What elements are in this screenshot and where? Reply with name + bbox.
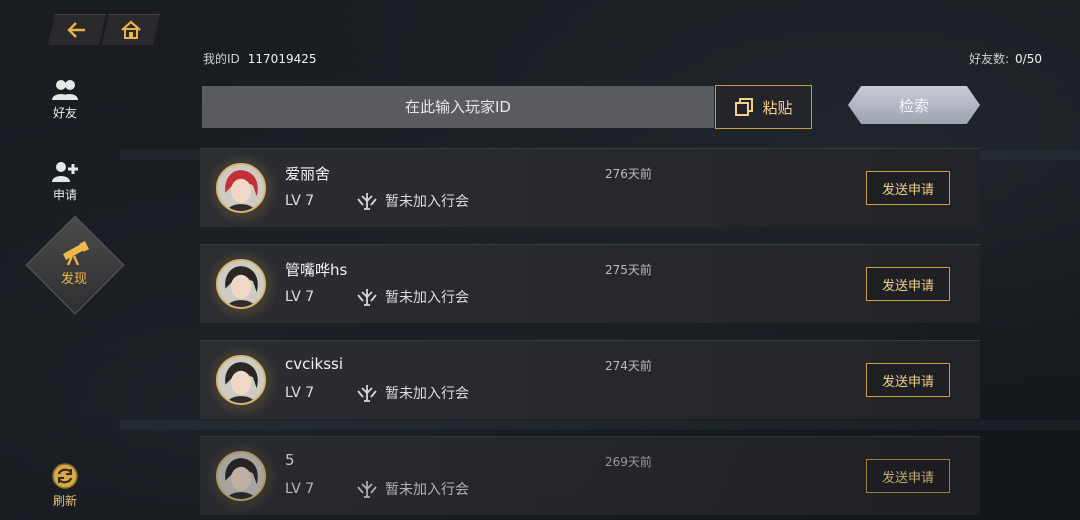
avatar-portrait-icon (218, 357, 264, 403)
back-arrow-icon (67, 22, 85, 38)
guild-status: 暂未加入行会 (355, 191, 469, 211)
my-id-value: 117019425 (247, 52, 317, 66)
sidebar-item-label: 发现 (60, 272, 87, 287)
copy-icon (735, 98, 754, 116)
avatar[interactable] (216, 451, 266, 501)
send-request-button[interactable]: 发送申请 (866, 459, 950, 493)
add-user-icon (52, 162, 78, 182)
player-level: LV 7 (285, 193, 315, 209)
friends-icon (52, 80, 78, 100)
my-id-label: 我的ID (203, 52, 240, 66)
search-button[interactable]: 检索 (848, 86, 980, 124)
guild-emblem-icon (357, 289, 377, 306)
avatar[interactable] (216, 259, 266, 309)
friend-count-label: 好友数: (969, 52, 1010, 66)
player-name: 管嘴哗hs (285, 261, 348, 279)
player-card: 爱丽舍 LV 7 暂未加入行会 276天前 发送申请 (200, 148, 980, 227)
search-label: 检索 (898, 96, 929, 115)
avatar[interactable] (216, 355, 266, 405)
guild-status: 暂未加入行会 (355, 287, 469, 307)
my-id: 我的ID 117019425 (203, 50, 317, 67)
player-name: 5 (285, 451, 295, 469)
player-name: cvcikssi (285, 355, 344, 373)
guild-emblem-icon (357, 193, 377, 210)
friends-screen: 好友 申请 发现 刷新 我的ID 117019425 好友数: 0/50 在此输… (0, 0, 1080, 520)
sidebar-item-apply[interactable]: 申请 (30, 160, 100, 203)
guild-status: 暂未加入行会 (355, 383, 469, 403)
player-level: LV 7 (285, 289, 315, 305)
avatar-frame (206, 249, 278, 321)
last-online: 274天前 (605, 359, 652, 373)
avatar-frame (206, 153, 278, 225)
send-request-button[interactable]: 发送申请 (866, 267, 950, 301)
friend-count-value: 0/50 (1015, 52, 1042, 66)
player-level: LV 7 (285, 385, 315, 401)
sidebar-item-label: 申请 (52, 188, 77, 202)
player-card: 管嘴哗hs LV 7 暂未加入行会 275天前 发送申请 (200, 244, 980, 323)
telescope-icon (63, 241, 89, 266)
guild-status-text: 暂未加入行会 (385, 290, 469, 306)
avatar-frame (206, 441, 278, 513)
sidebar-item-friends[interactable]: 好友 (30, 78, 100, 121)
avatar-frame (206, 345, 278, 417)
avatar-portrait-icon (218, 453, 264, 499)
home-icon (121, 20, 141, 39)
guild-status-text: 暂未加入行会 (385, 194, 469, 210)
refresh-button[interactable]: 刷新 (30, 462, 100, 509)
guild-emblem-icon (357, 481, 377, 498)
sidebar-item-discover[interactable]: 发现 (25, 215, 125, 315)
home-button[interactable] (102, 14, 160, 45)
player-level: LV 7 (285, 481, 315, 497)
avatar[interactable] (216, 163, 266, 213)
paste-label: 粘贴 (762, 98, 793, 117)
background-band (120, 420, 1080, 430)
avatar-portrait-icon (218, 261, 264, 307)
last-online: 269天前 (605, 455, 652, 469)
player-name: 爱丽舍 (285, 165, 331, 183)
player-card: 5 LV 7 暂未加入行会 269天前 发送申请 (200, 436, 980, 515)
sidebar-item-label: 好友 (52, 106, 77, 120)
sidebar-item-label: 刷新 (52, 494, 77, 508)
paste-button[interactable]: 粘贴 (715, 85, 812, 129)
refresh-icon (52, 463, 78, 489)
guild-status-text: 暂未加入行会 (385, 386, 469, 402)
send-request-button[interactable]: 发送申请 (866, 363, 950, 397)
send-request-button[interactable]: 发送申请 (866, 171, 950, 205)
last-online: 275天前 (605, 263, 652, 277)
last-online: 276天前 (605, 167, 652, 181)
guild-status: 暂未加入行会 (355, 479, 469, 499)
player-card: cvcikssi LV 7 暂未加入行会 274天前 发送申请 (200, 340, 980, 419)
back-button[interactable] (48, 14, 106, 45)
avatar-portrait-icon (218, 165, 264, 211)
guild-emblem-icon (357, 385, 377, 402)
player-id-search-input[interactable] (202, 86, 714, 128)
guild-status-text: 暂未加入行会 (385, 482, 469, 498)
friend-count: 好友数: 0/50 (969, 50, 1042, 67)
